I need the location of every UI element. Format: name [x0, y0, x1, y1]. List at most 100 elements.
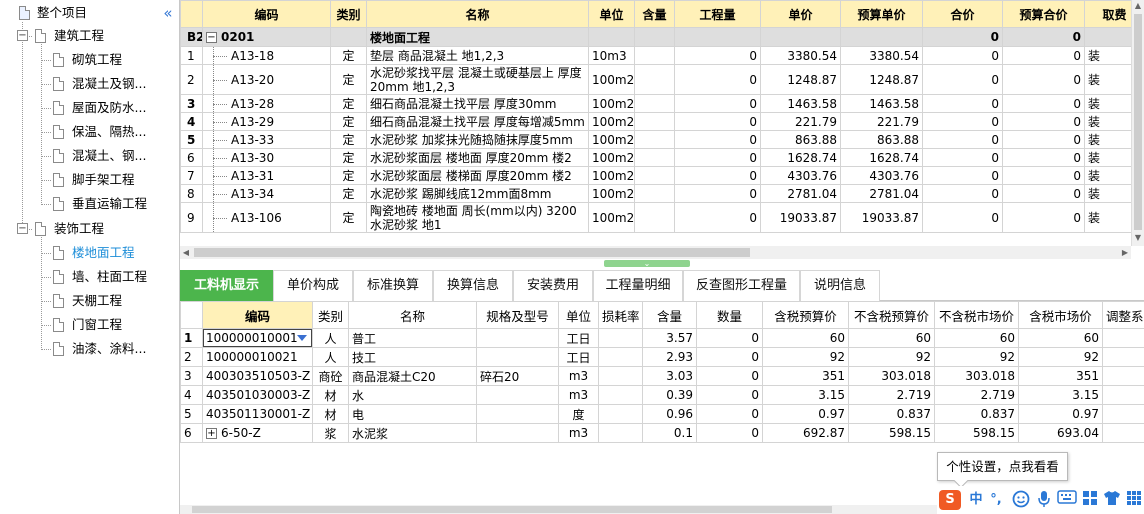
tree-node-masonry[interactable]: 砌筑工程 — [0, 48, 180, 72]
tab-installation-fee[interactable]: 安装费用 — [513, 270, 593, 301]
quota-row[interactable]: 2 A13-20 定水泥砂浆找平层 混凝土或硬基层上 厚度20mm 地1,2,3 10… — [180, 64, 1144, 95]
price-cell[interactable]: 863.88 — [760, 130, 841, 149]
quantity-cell[interactable]: 0 — [674, 202, 761, 233]
quantity-cell[interactable]: 0 — [696, 385, 763, 405]
loss-rate-cell[interactable] — [598, 366, 643, 386]
type-cell[interactable]: 定 — [330, 166, 367, 185]
quantity-cell[interactable]: 0 — [696, 404, 763, 424]
spec-cell[interactable] — [476, 404, 559, 424]
budget-price-cell[interactable]: 19033.87 — [840, 202, 923, 233]
content-cell[interactable]: 0.96 — [642, 404, 697, 424]
code-cell[interactable]: A13-106 — [202, 202, 331, 233]
adjust-factor-cell[interactable] — [1102, 328, 1144, 348]
column-header-notax-budget-price[interactable]: 不含税预算价 — [848, 301, 935, 329]
column-header-spec[interactable]: 规格及型号 — [476, 301, 559, 329]
type-cell[interactable]: 人 — [312, 328, 349, 348]
tab-reverse-graphic-quantity[interactable]: 反查图形工程量 — [683, 270, 800, 301]
quota-row[interactable]: 3 A13-28 定细石商品混凝土找平层 厚度30mm 100m2 0 1463.58 14… — [180, 94, 1144, 113]
dropdown-arrow-icon[interactable] — [297, 335, 307, 341]
tax-market-price-cell[interactable]: 92 — [1018, 347, 1103, 367]
double-chevron-left-icon[interactable]: « — [160, 5, 176, 21]
tax-market-price-cell[interactable]: 693.04 — [1018, 423, 1103, 443]
resource-row[interactable]: 2 100000010021 人技工 工日 2.93 0 92 92 92 92 — [180, 347, 1144, 367]
notax-budget-price-cell[interactable]: 598.15 — [848, 423, 935, 443]
adjust-factor-cell[interactable] — [1102, 385, 1144, 405]
tree-node-ceiling[interactable]: 天棚工程 — [0, 289, 180, 313]
type-cell[interactable]: 定 — [330, 184, 367, 203]
resource-row[interactable]: 3 400303510503-Z 商砼 商品混凝土C20 碎石20 m3 3.03 0 351 3… — [180, 366, 1144, 386]
quota-row[interactable]: 4 A13-29 定细石商品混凝土找平层 厚度每增减5mm 100m2 0 221.79 2… — [180, 112, 1144, 131]
name-cell[interactable]: 技工 — [348, 347, 477, 367]
loss-rate-cell[interactable] — [598, 423, 643, 443]
type-cell[interactable]: 浆 — [312, 423, 349, 443]
name-cell[interactable]: 普工 — [348, 328, 477, 348]
column-header-tax-market-price[interactable]: 含税市场价 — [1018, 301, 1103, 329]
adjust-factor-cell[interactable] — [1102, 404, 1144, 424]
tree-node-concrete-steel[interactable]: 混凝土、钢... — [0, 144, 180, 168]
code-cell[interactable]: 400303510503-Z — [202, 366, 313, 386]
pane-splitter[interactable]: ⌄ — [180, 259, 1144, 270]
type-cell[interactable]: 材 — [312, 404, 349, 424]
name-cell[interactable]: 水 — [348, 385, 477, 405]
scrollbar-thumb[interactable] — [192, 506, 832, 513]
content-cell[interactable]: 0.1 — [642, 423, 697, 443]
scrollbar-thumb[interactable] — [194, 248, 750, 257]
code-cell[interactable]: A13-28 — [202, 94, 331, 113]
unit-cell[interactable]: m3 — [558, 385, 599, 405]
collapse-minus-icon[interactable]: − — [17, 30, 28, 41]
column-header-budget-price[interactable]: 预算单价 — [840, 0, 923, 28]
top-grid-horizontal-scrollbar[interactable]: ◀ ▶ — [180, 246, 1131, 259]
tree-node-floor[interactable]: 楼地面工程 — [0, 241, 180, 265]
type-cell[interactable]: 商砼 — [312, 366, 349, 386]
tree-node-concrete[interactable]: 混凝土及钢... — [0, 72, 180, 96]
quantity-cell[interactable]: 0 — [674, 64, 761, 95]
tree-node-doors[interactable]: 门窗工程 — [0, 313, 180, 337]
name-cell[interactable]: 商品混凝土C20 — [348, 366, 477, 386]
quantity-cell[interactable]: 0 — [674, 148, 761, 167]
scroll-right-icon[interactable]: ▶ — [1119, 246, 1131, 259]
tax-budget-price-cell[interactable]: 692.87 — [762, 423, 849, 443]
code-cell[interactable]: 403501130001-Z — [202, 404, 313, 424]
code-cell[interactable]: A13-29 — [202, 112, 331, 131]
ime-punctuation[interactable]: °, — [987, 490, 1005, 510]
quota-row[interactable]: 1 A13-18 定垫层 商品混凝土 地1,2,3 10m3 0 3380.54 3380.… — [180, 46, 1144, 65]
quota-row[interactable]: 7 A13-31 定水泥砂浆面层 楼梯面 厚度20mm 楼2 100m2 0 4303.7… — [180, 166, 1144, 185]
tree-node-insulation[interactable]: 保温、隔热... — [0, 120, 180, 144]
quota-row[interactable]: 5 A13-33 定水泥砂浆 加浆抹光随捣随抹厚度5mm 100m2 0 863.88 86… — [180, 130, 1144, 149]
name-cell[interactable]: 水泥浆 — [348, 423, 477, 443]
resource-row[interactable]: 5 403501130001-Z 材电度 0.96 0 0.97 0.837 0.837 0.9… — [180, 404, 1144, 424]
name-cell[interactable]: 水泥砂浆找平层 混凝土或硬基层上 厚度20mm 地1,2,3 — [366, 64, 589, 95]
quantity-cell[interactable]: 0 — [696, 423, 763, 443]
content-cell[interactable]: 3.03 — [642, 366, 697, 386]
content-cell[interactable] — [634, 184, 675, 203]
name-cell[interactable]: 水泥砂浆面层 楼梯面 厚度20mm 楼2 — [366, 166, 589, 185]
tax-budget-price-cell[interactable]: 351 — [762, 366, 849, 386]
tab-standard-conversion[interactable]: 标准换算 — [353, 270, 433, 301]
content-cell[interactable]: 3.57 — [642, 328, 697, 348]
loss-rate-cell[interactable] — [598, 328, 643, 348]
type-cell[interactable]: 材 — [312, 385, 349, 405]
type-cell[interactable]: 定 — [330, 202, 367, 233]
column-header-adjust-factor[interactable]: 调整系数 — [1102, 301, 1144, 329]
tax-market-price-cell[interactable]: 60 — [1018, 328, 1103, 348]
unit-cell[interactable]: 100m2 — [588, 166, 635, 185]
quantity-cell[interactable]: 0 — [674, 130, 761, 149]
tax-budget-price-cell[interactable]: 3.15 — [762, 385, 849, 405]
group-row[interactable]: B2 −0201 楼地面工程 0 0 — [180, 27, 1144, 47]
tab-description[interactable]: 说明信息 — [800, 270, 880, 301]
content-cell[interactable] — [634, 46, 675, 65]
notax-market-price-cell[interactable]: 60 — [934, 328, 1019, 348]
tree-node-building[interactable]: − 建筑工程 — [0, 24, 160, 48]
tax-market-price-cell[interactable]: 3.15 — [1018, 385, 1103, 405]
code-cell[interactable]: A13-31 — [202, 166, 331, 185]
resource-row[interactable]: 4 403501030003-Z 材水 m3 0.39 0 3.15 2.719 2.719 3.… — [180, 385, 1144, 405]
code-cell[interactable]: 100000010001 — [202, 328, 313, 348]
tree-node-vertical-transport[interactable]: 垂直运输工程 — [0, 192, 180, 216]
smiley-icon[interactable] — [1012, 490, 1030, 510]
spec-cell[interactable] — [476, 423, 559, 443]
content-cell[interactable] — [634, 94, 675, 113]
resource-row[interactable]: 1 100000010001 人普工 工日 3.57 0 60 60 60 60 — [180, 328, 1144, 348]
ime-tooltip[interactable]: 个性设置，点我看看 — [937, 452, 1068, 481]
column-header-quantity[interactable]: 工程量 — [674, 0, 761, 28]
tree-node-roof[interactable]: 屋面及防水... — [0, 96, 180, 120]
